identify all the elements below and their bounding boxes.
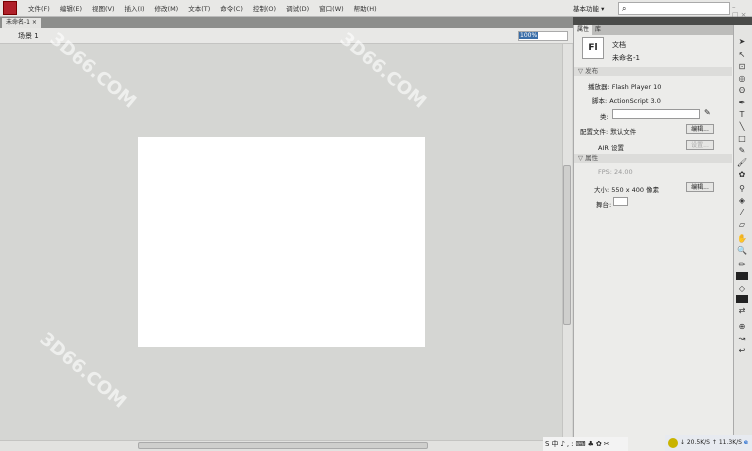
fill-color-icon[interactable]: ◇ bbox=[736, 284, 748, 294]
stroke-color-icon[interactable]: ✏ bbox=[736, 260, 748, 270]
vertical-scroll-thumb[interactable] bbox=[563, 165, 571, 325]
3d-rotation-icon[interactable]: ◎ bbox=[736, 74, 748, 84]
air-label: AIR 设置 bbox=[598, 144, 624, 152]
subselect-tool-icon[interactable]: ↖ bbox=[736, 50, 748, 60]
free-transform-icon[interactable]: ⊡ bbox=[736, 62, 748, 72]
upload-speed: ↑ 11.3K/S bbox=[711, 439, 742, 446]
class-input[interactable] bbox=[612, 109, 700, 119]
search-icon: ⌕ bbox=[622, 4, 627, 13]
menu-control[interactable]: 控制(O) bbox=[248, 3, 281, 13]
zoom-tool-icon[interactable]: 🔍 bbox=[736, 246, 748, 256]
doc-type: 文档 bbox=[612, 41, 626, 49]
properties-title: 属性 bbox=[585, 154, 599, 162]
network-icon bbox=[668, 437, 678, 448]
brush-tool-icon[interactable]: 🖌 bbox=[736, 158, 748, 168]
menu-commands[interactable]: 命令(C) bbox=[215, 3, 248, 13]
stage-color-swatch[interactable] bbox=[613, 197, 628, 206]
flash-doc-icon: Fl bbox=[582, 37, 604, 59]
text-tool-icon[interactable]: T bbox=[736, 110, 748, 120]
hand-tool-icon[interactable]: ✋ bbox=[736, 234, 748, 244]
bone-tool-icon[interactable]: ⚲ bbox=[736, 184, 748, 194]
edit-profile-button[interactable]: 编辑... bbox=[686, 124, 714, 134]
paint-bucket-icon[interactable]: ◈ bbox=[736, 196, 748, 206]
menu-insert[interactable]: 插入(I) bbox=[120, 3, 150, 13]
pen-icon[interactable]: ✒ bbox=[736, 98, 748, 108]
player-label: 播放器: Flash Player 10 bbox=[588, 83, 662, 91]
horizontal-scroll-thumb[interactable] bbox=[138, 442, 428, 449]
line-tool-icon[interactable]: ╲ bbox=[736, 122, 748, 132]
publish-section-header[interactable]: ▽ 发布 bbox=[574, 67, 732, 76]
pencil-icon[interactable]: ✎ bbox=[704, 108, 711, 117]
scene-label[interactable]: 场景 1 bbox=[18, 31, 39, 41]
menu-text[interactable]: 文本(T) bbox=[183, 3, 215, 13]
scene-bar bbox=[0, 28, 573, 44]
fill-swatch[interactable] bbox=[736, 295, 748, 303]
browser-icon[interactable]: e bbox=[744, 439, 748, 446]
menu-debug[interactable]: 调试(D) bbox=[281, 3, 314, 13]
smooth-icon[interactable]: ↝ bbox=[736, 334, 748, 344]
size-value: 大小: 550 x 400 像素 bbox=[594, 186, 660, 194]
menu-window[interactable]: 窗口(W) bbox=[314, 3, 349, 13]
download-speed: ↓ 20.5K/S bbox=[679, 439, 710, 446]
close-icon[interactable]: × bbox=[32, 19, 37, 26]
deco-tool-icon[interactable]: ✿ bbox=[736, 170, 748, 180]
panel-header bbox=[573, 17, 752, 25]
zoom-value: 100% bbox=[519, 32, 539, 39]
straighten-icon[interactable]: ↩ bbox=[736, 346, 748, 356]
doc-name: 未命名-1 bbox=[612, 54, 640, 62]
tab-library[interactable]: 库 bbox=[592, 25, 604, 35]
stage-canvas[interactable] bbox=[138, 137, 425, 347]
menu-view[interactable]: 视图(V) bbox=[87, 3, 120, 13]
script-label: 脚本: ActionScript 3.0 bbox=[592, 97, 661, 105]
panel-tabs: 属性 库 bbox=[574, 25, 733, 35]
tab-label: 未命名-1 bbox=[6, 19, 30, 26]
fps-value[interactable]: FPS: 24.00 bbox=[598, 168, 752, 176]
eraser-icon[interactable]: ▱ bbox=[736, 220, 748, 230]
snap-icon[interactable]: ⊕ bbox=[736, 322, 748, 332]
menu-modify[interactable]: 修改(M) bbox=[150, 3, 184, 13]
search-input[interactable]: ⌕ bbox=[618, 2, 730, 15]
eyedropper-icon[interactable]: ⁄ bbox=[736, 208, 748, 218]
document-tab[interactable]: 未命名-1 × bbox=[2, 18, 41, 28]
edit-size-button[interactable]: 编辑... bbox=[686, 182, 714, 192]
menu-file[interactable]: 文件(F) bbox=[23, 3, 55, 13]
properties-section-header[interactable]: ▽ 属性 bbox=[574, 154, 732, 163]
zoom-select[interactable]: 100% bbox=[518, 31, 568, 41]
ime-toolbar[interactable]: S中♪,:⌨♣✿✂ bbox=[543, 437, 628, 451]
swap-colors-icon[interactable]: ⇄ bbox=[736, 306, 748, 316]
selection-tool-icon[interactable]: ➤ bbox=[736, 37, 748, 47]
pencil-tool-icon[interactable]: ✎ bbox=[736, 146, 748, 156]
document-tab-bar bbox=[0, 17, 573, 28]
menu-help[interactable]: 帮助(H) bbox=[349, 3, 382, 13]
publish-title: 发布 bbox=[585, 67, 599, 75]
tab-properties[interactable]: 属性 bbox=[574, 25, 593, 35]
rectangle-tool-icon[interactable]: □ bbox=[736, 134, 748, 144]
workspace-switcher[interactable]: 基本功能 ▾ bbox=[573, 3, 604, 13]
network-speed-tray: ↓ 20.5K/S ↑ 11.3K/S e bbox=[665, 435, 752, 451]
menu-edit[interactable]: 编辑(E) bbox=[55, 3, 87, 13]
watermark: 3D66.COM bbox=[35, 328, 131, 413]
stroke-swatch[interactable] bbox=[736, 272, 748, 280]
profile-label: 配置文件: 默认文件 bbox=[580, 128, 637, 136]
air-settings-button[interactable]: 设置... bbox=[686, 140, 714, 150]
flash-logo bbox=[3, 1, 17, 15]
lasso-icon[interactable]: ʘ bbox=[736, 86, 748, 96]
